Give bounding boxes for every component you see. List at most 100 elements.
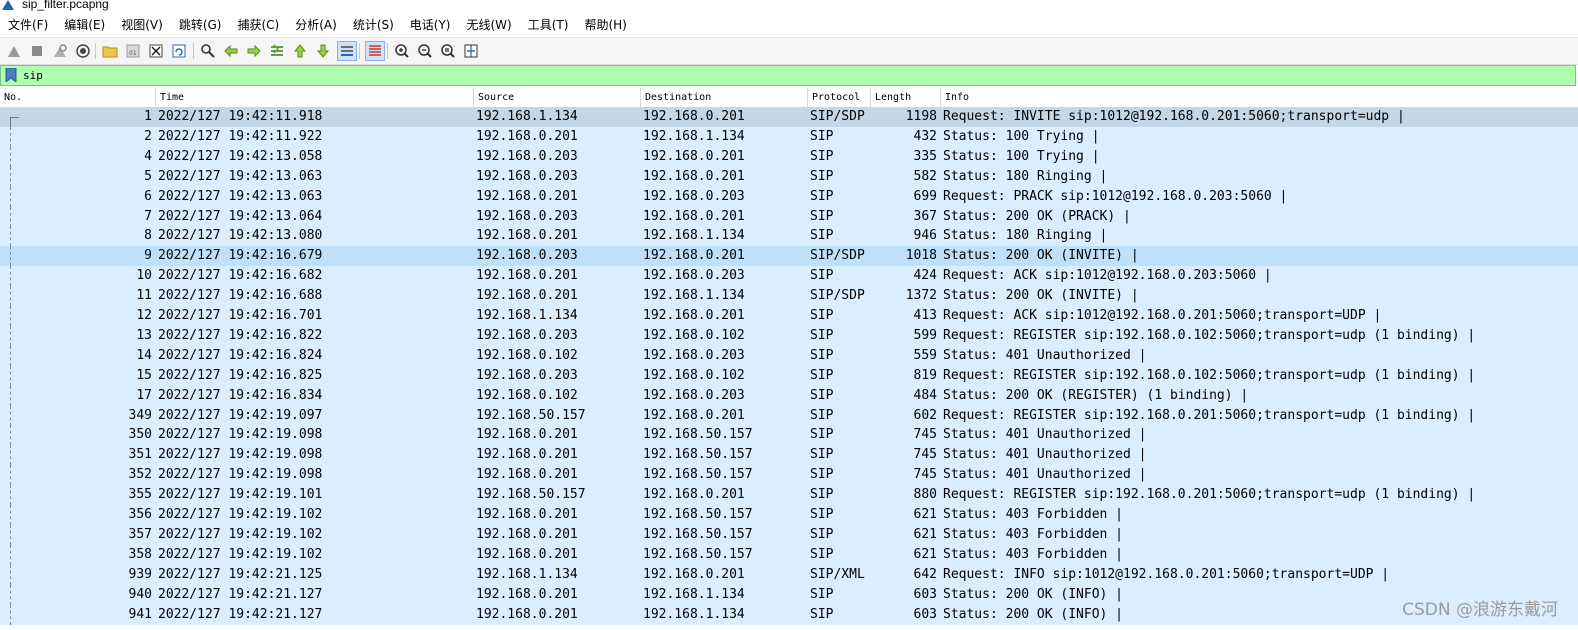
packet-row[interactable]: 941 2022/127 19:42:21.127 192.168.0.201 192… [0, 604, 1578, 625]
conversation-tree-line [10, 564, 12, 585]
go-to-packet-icon[interactable] [268, 42, 286, 60]
zoom-in-icon[interactable] [393, 42, 411, 60]
resize-columns-icon[interactable] [462, 42, 480, 60]
column-header-protocol[interactable]: Protocol [807, 88, 870, 107]
toolbar-separator [193, 43, 194, 59]
packet-protocol: SIP [810, 507, 834, 522]
packet-length: 432 [913, 128, 937, 144]
packet-row[interactable]: 356 2022/127 19:42:19.102 192.168.0.201 192… [0, 505, 1578, 525]
packet-row[interactable]: 349 2022/127 19:42:19.097 192.168.50.157 19… [0, 405, 1578, 426]
packet-protocol: SIP [810, 228, 834, 244]
column-header-source[interactable]: Source [473, 88, 640, 107]
packet-time: 2022/127 19:42:19.098 [158, 427, 323, 443]
packet-row[interactable]: 13 2022/127 19:42:16.822 192.168.0.203 192.… [0, 325, 1578, 346]
packet-source: 192.168.50.157 [476, 407, 586, 423]
restart-capture-icon[interactable] [51, 42, 69, 60]
packet-protocol: SIP [810, 327, 834, 343]
packet-row[interactable]: 9 2022/127 19:42:16.679 192.168.0.203 192.1… [0, 246, 1578, 267]
packet-row[interactable]: 14 2022/127 19:42:16.824 192.168.0.102 192.… [0, 345, 1578, 366]
packet-source: 192.168.0.201 [476, 467, 578, 483]
packet-number: 11 [136, 288, 152, 304]
menu-item-1[interactable]: 编辑(E) [56, 14, 113, 36]
menu-item-10[interactable]: 帮助(H) [576, 14, 634, 36]
packet-row[interactable]: 5 2022/127 19:42:13.063 192.168.0.203 192.1… [0, 166, 1578, 187]
packet-row[interactable]: 358 2022/127 19:42:19.102 192.168.0.201 192… [0, 544, 1578, 565]
packet-time: 2022/127 19:42:16.824 [158, 347, 323, 363]
display-filter-input[interactable] [23, 66, 1523, 85]
packet-time: 2022/127 19:42:19.097 [158, 407, 323, 423]
bookmark-icon[interactable] [5, 68, 17, 82]
column-header-length[interactable]: Length [870, 88, 940, 107]
menu-item-0[interactable]: 文件(F) [0, 14, 56, 36]
save-file-icon[interactable]: 01 [124, 42, 142, 60]
packet-row[interactable]: 12 2022/127 19:42:16.701 192.168.1.134 192.… [0, 306, 1578, 326]
column-header-destination[interactable]: Destination [640, 88, 807, 107]
packet-info: Request: REGISTER sip:192.168.0.201:5060… [943, 407, 1476, 423]
packet-row[interactable]: 17 2022/127 19:42:16.834 192.168.0.102 192.… [0, 385, 1578, 406]
menu-item-5[interactable]: 分析(A) [287, 14, 345, 36]
open-file-icon[interactable] [101, 42, 119, 60]
packet-row[interactable]: 350 2022/127 19:42:19.098 192.168.0.201 192… [0, 425, 1578, 446]
auto-scroll-icon[interactable] [337, 41, 357, 61]
colorize-icon[interactable] [365, 41, 385, 61]
packet-destination: 192.168.0.201 [643, 566, 745, 582]
packet-length: 621 [913, 526, 937, 542]
packet-row[interactable]: 351 2022/127 19:42:19.098 192.168.0.201 192… [0, 445, 1578, 466]
stop-capture-icon[interactable] [28, 42, 46, 60]
packet-row[interactable]: 357 2022/127 19:42:19.102 192.168.0.201 192… [0, 524, 1578, 545]
packet-length: 599 [913, 327, 937, 343]
column-header-no[interactable]: No. [0, 88, 155, 107]
packet-row[interactable]: 352 2022/127 19:42:19.098 192.168.0.201 192… [0, 465, 1578, 486]
packet-row[interactable]: 15 2022/127 19:42:16.825 192.168.0.203 192.… [0, 365, 1578, 386]
packet-length: 946 [913, 228, 937, 244]
packet-row[interactable]: 355 2022/127 19:42:19.101 192.168.50.157 19… [0, 485, 1578, 506]
packet-number: 8 [144, 228, 152, 244]
menu-item-6[interactable]: 统计(S) [345, 14, 402, 36]
conversation-tree-line [10, 505, 12, 525]
packet-row[interactable]: 7 2022/127 19:42:13.064 192.168.0.203 192.1… [0, 206, 1578, 227]
packet-row[interactable]: 8 2022/127 19:42:13.080 192.168.0.201 192.1… [0, 226, 1578, 247]
menu-item-3[interactable]: 跳转(G) [171, 14, 230, 36]
packet-info: Request: INFO sip:1012@192.168.0.201:506… [943, 566, 1390, 582]
column-header-info[interactable]: Info [940, 88, 1578, 107]
menu-item-4[interactable]: 捕获(C) [229, 14, 287, 36]
menu-item-8[interactable]: 无线(W) [459, 14, 520, 36]
packet-row[interactable]: 4 2022/127 19:42:13.058 192.168.0.203 192.1… [0, 146, 1578, 167]
packet-info: Status: 200 OK (REGISTER) (1 binding) | [943, 387, 1249, 403]
packet-protocol: SIP [810, 367, 834, 383]
menu-item-7[interactable]: 电话(Y) [402, 14, 459, 36]
reload-file-icon[interactable] [170, 42, 188, 60]
go-first-packet-icon[interactable] [291, 42, 309, 60]
packet-info: Request: REGISTER sip:192.168.0.201:5060… [943, 487, 1476, 503]
packet-row[interactable]: 6 2022/127 19:42:13.063 192.168.0.201 192.1… [0, 186, 1578, 207]
packet-row[interactable]: 11 2022/127 19:42:16.688 192.168.0.201 192.… [0, 286, 1578, 307]
zoom-out-icon[interactable] [416, 42, 434, 60]
packet-info: Status: 100 Trying | [943, 148, 1100, 164]
zoom-normal-icon[interactable] [439, 42, 457, 60]
conversation-tree-line [10, 246, 12, 267]
shark-fin-start-icon[interactable] [5, 42, 23, 60]
packet-row[interactable]: 939 2022/127 19:42:21.125 192.168.1.134 192… [0, 564, 1578, 585]
packet-source: 192.168.0.201 [476, 427, 578, 443]
packet-row[interactable]: 940 2022/127 19:42:21.127 192.168.0.201 192… [0, 584, 1578, 605]
packet-info: Request: REGISTER sip:192.168.0.102:5060… [943, 327, 1476, 343]
menu-item-9[interactable]: 工具(T) [520, 14, 577, 36]
menu-item-2[interactable]: 视图(V) [113, 14, 171, 36]
packet-number: 940 [128, 586, 152, 602]
go-last-packet-icon[interactable] [314, 42, 332, 60]
go-forward-icon[interactable] [245, 42, 263, 60]
packet-length: 699 [913, 188, 937, 204]
packet-info: Request: PRACK sip:1012@192.168.0.203:50… [943, 188, 1288, 204]
close-file-icon[interactable] [147, 42, 165, 60]
column-header-time[interactable]: Time [155, 88, 473, 107]
packet-time: 2022/127 19:42:19.102 [158, 507, 323, 522]
find-packet-icon[interactable] [199, 42, 217, 60]
packet-row[interactable]: 2 2022/127 19:42:11.922 192.168.0.201 192.1… [0, 126, 1578, 147]
capture-options-icon[interactable] [74, 42, 92, 60]
go-back-icon[interactable] [222, 42, 240, 60]
packet-row[interactable]: 10 2022/127 19:42:16.682 192.168.0.201 192.… [0, 266, 1578, 287]
conversation-tree-line [10, 206, 12, 227]
packet-time: 2022/127 19:42:21.125 [158, 566, 323, 582]
packet-row[interactable]: 1 2022/127 19:42:11.918 192.168.1.134 192.1… [0, 107, 1578, 128]
window-title: sip_filter.pcapng [22, 0, 109, 11]
